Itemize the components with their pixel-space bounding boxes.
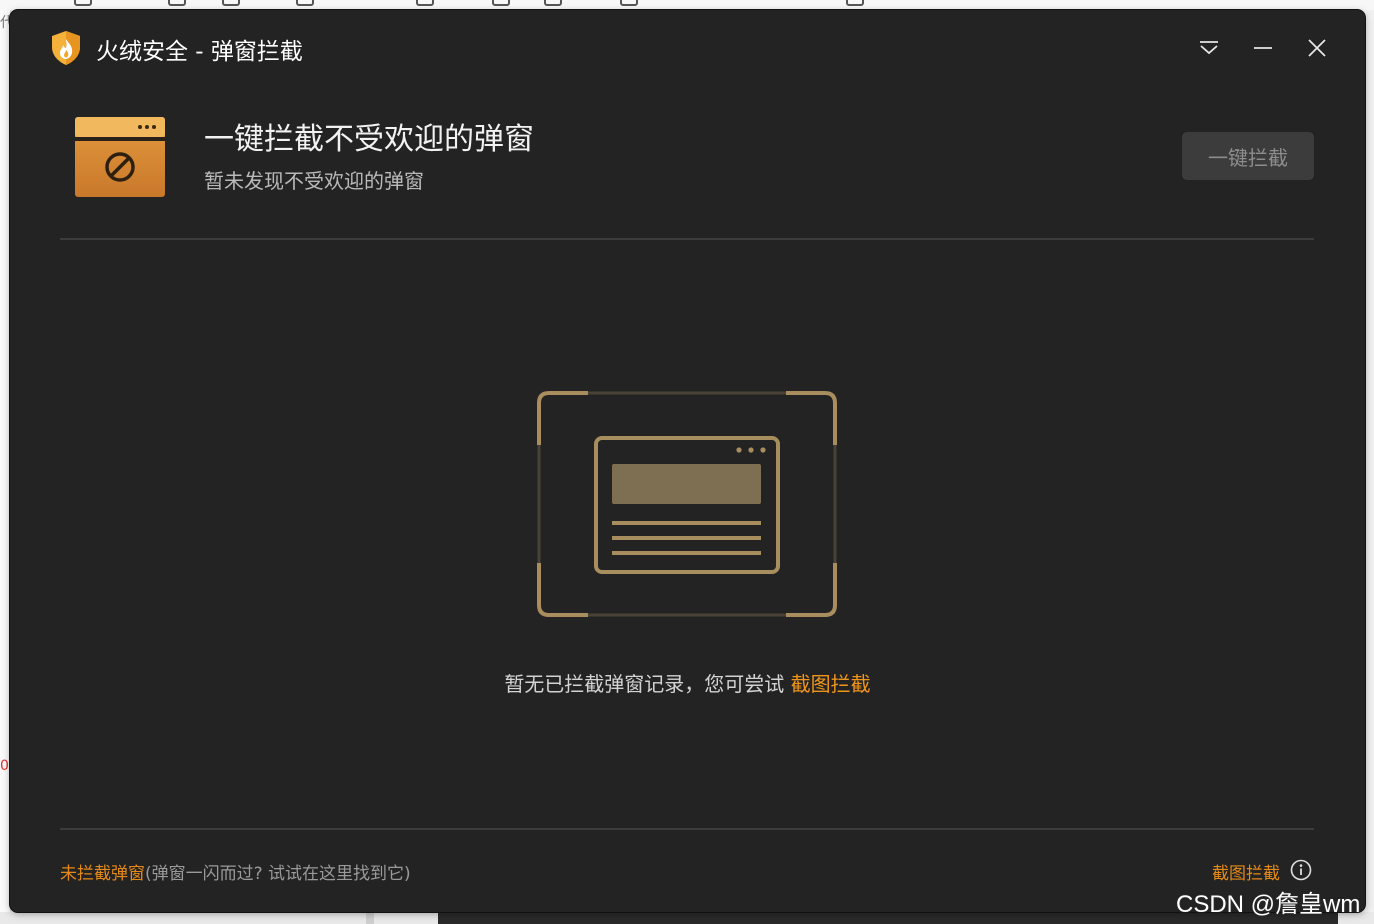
close-button[interactable]: [1297, 30, 1337, 66]
empty-state-text: 暂无已拦截弹窗记录，您可尝试: [504, 672, 791, 696]
bg-toolbar-icon: [74, 0, 92, 6]
empty-state-message: 暂无已拦截弹窗记录，您可尝试 截图拦截: [10, 668, 1365, 697]
one-click-block-button[interactable]: 一键拦截: [1182, 132, 1314, 180]
bg-toolbar-icon: [544, 0, 562, 6]
bg-toolbar-icon: [222, 0, 240, 6]
minimize-icon: [1254, 47, 1272, 49]
screenshot-block-link[interactable]: 截图拦截: [791, 672, 871, 696]
background-app-bottom: [0, 912, 1374, 924]
unblocked-popups-link[interactable]: 未拦截弹窗: [60, 864, 145, 884]
watermark: CSDN @詹皇wm: [1176, 891, 1361, 918]
header-subtitle: 暂未发现不受欢迎的弹窗: [204, 169, 424, 193]
close-icon: [1308, 39, 1326, 57]
minimize-button[interactable]: [1243, 30, 1283, 66]
bg-toolbar-icon: [846, 0, 864, 6]
chevron-menu-icon: [1200, 41, 1218, 55]
bg-toolbar-icon: [492, 0, 510, 6]
footer-screenshot-block-link[interactable]: 截图拦截: [1212, 859, 1280, 884]
popup-window-illustration: [537, 391, 837, 617]
huorong-shield-flame-icon: [52, 31, 80, 65]
window-title: 火绒安全 - 弹窗拦截: [96, 39, 303, 65]
menu-button[interactable]: [1189, 30, 1229, 66]
bg-toolbar-icon: [168, 0, 186, 6]
popup-block-window-icon: [75, 117, 165, 197]
background-app-right-edge: [1366, 10, 1374, 924]
background-app-toolbar: [0, 0, 1374, 10]
info-icon[interactable]: [1290, 859, 1312, 881]
section-divider: [60, 238, 1314, 240]
footer-hint: (弹窗一闪而过? 试试在这里找到它): [145, 864, 411, 884]
header-title: 一键拦截不受欢迎的弹窗: [204, 122, 534, 157]
footer-left: 未拦截弹窗(弹窗一闪而过? 试试在这里找到它): [60, 859, 411, 884]
bg-bottom-separator: [366, 912, 374, 924]
popup-blocker-window: 火绒安全 - 弹窗拦截 一键拦截不受欢迎的弹窗 暂未发现不受欢迎的弹窗 一键拦截…: [10, 10, 1365, 912]
title-bar[interactable]: 火绒安全 - 弹窗拦截: [10, 10, 1365, 88]
bg-toolbar-icon: [416, 0, 434, 6]
bg-left-glyph-red: 0: [0, 758, 9, 774]
bg-toolbar-icon: [620, 0, 638, 6]
footer-divider: [60, 828, 1314, 830]
bg-toolbar-icon: [296, 0, 314, 6]
